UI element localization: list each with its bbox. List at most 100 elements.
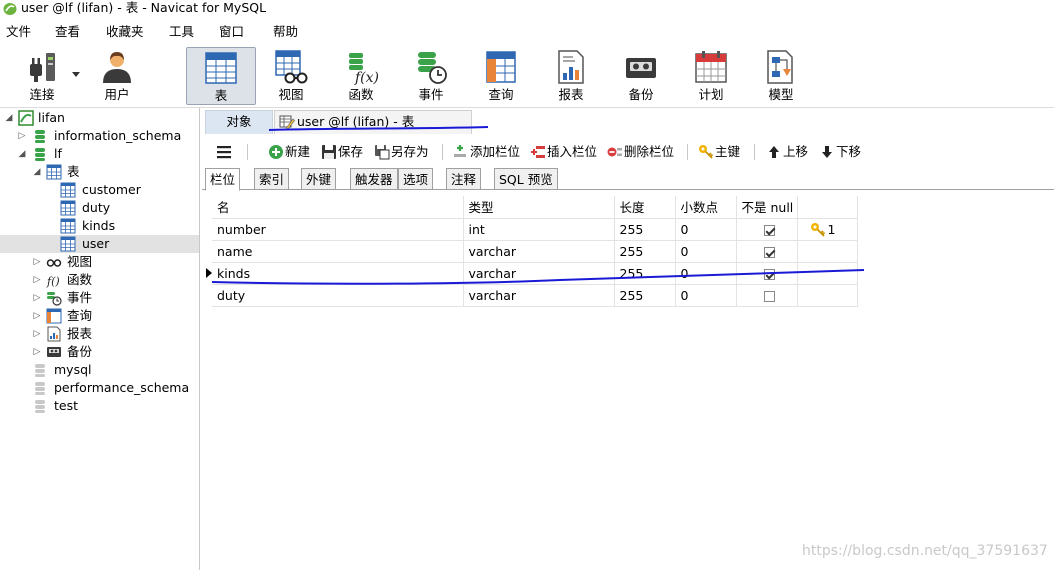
view-button[interactable]: 视图 <box>262 44 320 106</box>
field-type-cell[interactable]: varchar <box>463 262 615 285</box>
connect-dropdown-arrow-icon[interactable] <box>72 72 80 78</box>
report-button[interactable]: 报表 <box>542 44 600 106</box>
expand-arrow-icon[interactable]: ▷ <box>32 310 42 322</box>
menu-window[interactable]: 窗口 <box>219 24 244 39</box>
tree-table-kinds[interactable]: kinds <box>0 217 199 235</box>
tree-db-lf[interactable]: ◢ lf <box>0 145 199 163</box>
tab-options[interactable]: 选项 <box>398 168 434 190</box>
field-name-cell[interactable]: number <box>212 218 464 241</box>
insert-field-button[interactable]: 插入栏位 <box>530 143 600 161</box>
model-button[interactable]: 模型 <box>752 44 810 106</box>
collapse-arrow-icon[interactable]: ◢ <box>4 112 14 124</box>
tab-objects[interactable]: 对象 <box>205 110 273 134</box>
expand-arrow-icon[interactable]: ▷ <box>32 274 42 286</box>
tree-db-mysql[interactable]: mysql <box>0 361 199 379</box>
tree-table-customer[interactable]: customer <box>0 181 199 199</box>
menu-icon[interactable] <box>216 145 232 159</box>
tab-indexes[interactable]: 索引 <box>254 168 290 190</box>
user-button[interactable]: 用户 <box>88 44 146 106</box>
menu-view[interactable]: 查看 <box>55 24 80 39</box>
expand-arrow-icon[interactable]: ▷ <box>32 292 42 304</box>
tree-db-test[interactable]: test <box>0 397 199 415</box>
field-name-cell[interactable]: kinds <box>212 262 464 285</box>
tab-foreign-keys[interactable]: 外键 <box>301 168 337 190</box>
menu-file[interactable]: 文件 <box>6 24 31 39</box>
add-field-button[interactable]: 添加栏位 <box>453 143 523 161</box>
collapse-arrow-icon[interactable]: ◢ <box>32 166 42 178</box>
move-up-button[interactable]: 上移 <box>766 143 812 161</box>
menu-favorites[interactable]: 收藏夹 <box>106 24 144 39</box>
tree-db-information-schema[interactable]: ▷ information_schema <box>0 127 199 145</box>
not-null-checkbox[interactable] <box>763 224 775 236</box>
connect-button[interactable]: 连接 <box>12 44 72 106</box>
field-decimals-cell[interactable]: 0 <box>675 218 737 241</box>
column-header-name[interactable]: 名 <box>212 196 464 219</box>
field-type-cell[interactable]: varchar <box>463 240 615 263</box>
tree-folder-reports[interactable]: ▷ 报表 <box>0 325 199 343</box>
expand-arrow-icon[interactable]: ▷ <box>32 256 42 268</box>
expand-arrow-icon[interactable]: ▷ <box>32 328 42 340</box>
field-decimals-cell[interactable]: 0 <box>675 240 737 263</box>
table-row[interactable]: name varchar 255 0 <box>212 240 858 263</box>
tree-table-user[interactable]: user <box>0 235 199 253</box>
field-length-cell[interactable]: 255 <box>614 218 676 241</box>
table-row[interactable]: duty varchar 255 0 <box>212 284 858 307</box>
primary-key-button[interactable]: 主键 <box>698 143 746 161</box>
field-length-cell[interactable]: 255 <box>614 262 676 285</box>
schedule-button[interactable]: 计划 <box>682 44 740 106</box>
tree-db-performance-schema[interactable]: performance_schema <box>0 379 199 397</box>
tab-comment[interactable]: 注释 <box>446 168 482 190</box>
tree-folder-events[interactable]: ▷ 事件 <box>0 289 199 307</box>
event-button[interactable]: 事件 <box>402 44 460 106</box>
tree-folder-views[interactable]: ▷ 视图 <box>0 253 199 271</box>
calendar-icon <box>695 51 727 83</box>
tree-folder-functions[interactable]: ▷ f() 函数 <box>0 271 199 289</box>
field-length-cell[interactable]: 255 <box>614 284 676 307</box>
column-header-decimals[interactable]: 小数点 <box>675 196 737 219</box>
tree-label: 表 <box>67 164 80 179</box>
query-button[interactable]: 查询 <box>472 44 530 106</box>
tree-table-duty[interactable]: duty <box>0 199 199 217</box>
backup-button[interactable]: 备份 <box>612 44 670 106</box>
menu-tools[interactable]: 工具 <box>169 24 194 39</box>
table-row[interactable]: number int 255 0 1 <box>212 218 858 241</box>
tab-sql-preview[interactable]: SQL 预览 <box>494 168 558 190</box>
field-decimals-cell[interactable]: 0 <box>675 284 737 307</box>
field-type-cell[interactable]: int <box>463 218 615 241</box>
menu-help[interactable]: 帮助 <box>273 24 298 39</box>
column-header-length[interactable]: 长度 <box>614 196 676 219</box>
tree-folder-tables[interactable]: ◢ 表 <box>0 163 199 181</box>
field-length-cell[interactable]: 255 <box>614 240 676 263</box>
collapse-arrow-icon[interactable]: ◢ <box>17 148 27 160</box>
field-not-null-cell <box>736 284 798 307</box>
table-button[interactable]: 表 <box>186 47 256 105</box>
field-decimals-cell[interactable]: 0 <box>675 262 737 285</box>
save-button[interactable]: 保存 <box>321 143 367 161</box>
not-null-checkbox[interactable] <box>763 268 775 280</box>
expand-arrow-icon[interactable]: ▷ <box>17 130 27 142</box>
field-name-cell[interactable]: name <box>212 240 464 263</box>
column-header-type[interactable]: 类型 <box>463 196 615 219</box>
event-label: 事件 <box>418 87 444 102</box>
expand-arrow-icon[interactable]: ▷ <box>32 346 42 358</box>
tree-folder-backups[interactable]: ▷ 备份 <box>0 343 199 361</box>
delete-field-button[interactable]: 删除栏位 <box>607 143 677 161</box>
not-null-checkbox[interactable] <box>763 290 775 302</box>
field-name-cell[interactable]: duty <box>212 284 464 307</box>
not-null-checkbox[interactable] <box>763 246 775 258</box>
move-down-button[interactable]: 下移 <box>819 143 865 161</box>
tree-label: performance_schema <box>54 380 190 395</box>
field-type-cell[interactable]: varchar <box>463 284 615 307</box>
tab-fields[interactable]: 栏位 <box>205 168 241 191</box>
tree-folder-queries[interactable]: ▷ 查询 <box>0 307 199 325</box>
table-row[interactable]: kinds varchar 255 0 <box>212 262 858 285</box>
column-header-not-null[interactable]: 不是 null <box>736 196 798 219</box>
save-as-button[interactable]: 另存为 <box>374 143 432 161</box>
new-button[interactable]: 新建 <box>268 143 314 161</box>
tab-table-design[interactable]: user @lf (lifan) - 表 <box>274 110 472 134</box>
function-button[interactable]: f(x) 函数 <box>332 44 390 106</box>
backup-label: 备份 <box>628 87 654 102</box>
tree-connection-lifan[interactable]: ◢ lifan <box>0 109 199 127</box>
field-key-cell <box>797 262 858 285</box>
tab-triggers[interactable]: 触发器 <box>350 168 398 190</box>
